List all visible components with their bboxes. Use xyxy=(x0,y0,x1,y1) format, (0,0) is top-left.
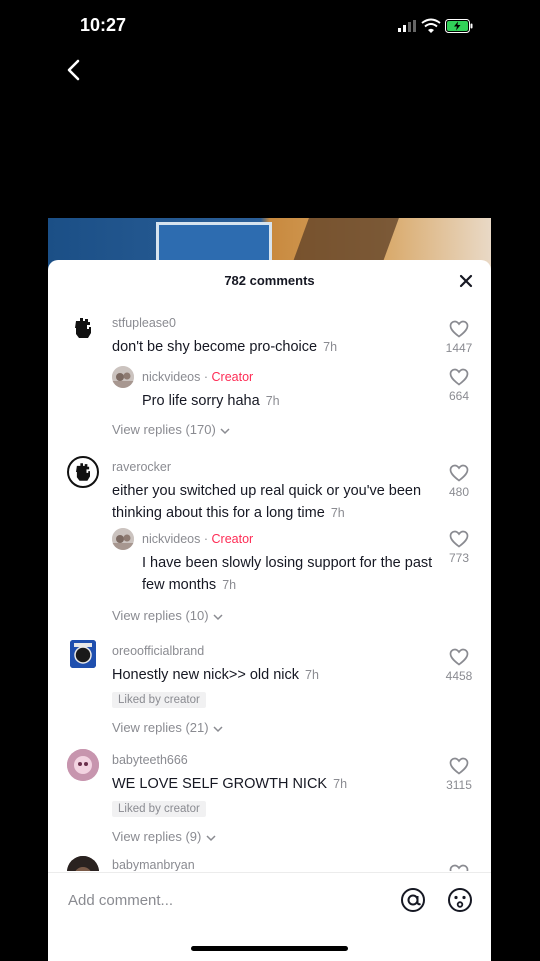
profile-photo-icon xyxy=(112,366,134,388)
avatar[interactable] xyxy=(70,640,96,668)
comment-text: WE LOVE SELF GROWTH NICK 7h xyxy=(112,776,348,792)
chevron-left-icon xyxy=(67,59,80,81)
comment-time: 7h xyxy=(222,578,237,592)
comment-username[interactable]: raverocker xyxy=(112,460,171,474)
reply-text: I have been slowly losing support for th… xyxy=(142,555,433,593)
like-button[interactable]: 773 xyxy=(441,530,477,565)
comment-text: Honestly new nick>> old nick 7h xyxy=(112,667,319,683)
heart-outline-icon xyxy=(449,648,469,666)
like-button[interactable]: 4458 xyxy=(441,648,477,683)
liked-by-creator-badge: Liked by creator xyxy=(112,801,206,817)
comment-time: 7h xyxy=(305,668,319,682)
like-count: 1447 xyxy=(445,341,473,355)
emoji-icon[interactable] xyxy=(447,887,473,913)
raised-fist-icon xyxy=(76,463,90,481)
at-mention-icon[interactable] xyxy=(400,887,426,913)
reply-username: nickvideos · Creator xyxy=(142,532,254,546)
reply-username: nickvideos · Creator xyxy=(142,370,254,384)
liked-by-creator-badge: Liked by creator xyxy=(112,692,206,708)
like-count: 773 xyxy=(448,551,470,565)
close-icon[interactable] xyxy=(457,272,475,290)
raised-fist-icon xyxy=(75,318,91,338)
status-time: 10:27 xyxy=(80,15,127,35)
comment-time: 7h xyxy=(265,394,280,408)
wifi-icon xyxy=(421,18,441,33)
sheet-header: 782 comments xyxy=(48,260,491,302)
profile-photo-icon xyxy=(67,856,99,871)
like-button[interactable] xyxy=(441,864,477,871)
profile-photo-icon xyxy=(67,749,99,781)
comment-username[interactable]: oreoofficialbrand xyxy=(112,644,204,658)
heart-outline-icon xyxy=(449,320,469,338)
comment-text: don't be shy become pro-choice 7h xyxy=(112,339,338,355)
back-button[interactable] xyxy=(60,56,88,84)
avatar[interactable] xyxy=(112,366,134,388)
like-button[interactable]: 3115 xyxy=(441,757,477,792)
avatar[interactable] xyxy=(67,856,99,871)
comment-item: oreoofficialbrand Honestly new nick>> ol… xyxy=(48,634,491,744)
heart-outline-icon xyxy=(449,530,469,548)
comments-sheet: 782 comments stfuplease0 don't be shy be… xyxy=(48,260,491,960)
status-bar: 10:27 xyxy=(0,0,540,52)
chevron-down-icon xyxy=(213,726,223,732)
comment-list[interactable]: stfuplease0 don't be shy become pro-choi… xyxy=(48,306,491,871)
like-button[interactable]: 664 xyxy=(441,368,477,403)
chevron-down-icon xyxy=(206,835,216,841)
like-button[interactable]: 480 xyxy=(441,464,477,499)
view-replies-button[interactable]: View replies (21) xyxy=(112,720,224,735)
heart-outline-icon xyxy=(449,757,469,775)
like-count: 480 xyxy=(448,485,470,499)
heart-outline-icon xyxy=(449,464,469,482)
avatar[interactable] xyxy=(67,456,99,488)
chevron-down-icon xyxy=(220,428,230,434)
comment-item: babyteeth666 WE LOVE SELF GROWTH NICK 7h… xyxy=(48,743,491,853)
heart-outline-icon xyxy=(449,864,469,871)
like-button[interactable]: 1447 xyxy=(441,320,477,355)
comment-item: stfuplease0 don't be shy become pro-choi… xyxy=(48,306,491,456)
comment-time: 7h xyxy=(330,506,345,520)
comment-username[interactable]: babyteeth666 xyxy=(112,753,188,767)
comment-text: either you switched up real quick or you… xyxy=(112,483,422,521)
chevron-down-icon xyxy=(213,614,223,620)
like-count: 664 xyxy=(448,389,470,403)
comment-item: raverocker either you switched up real q… xyxy=(48,450,491,630)
brand-logo-icon xyxy=(70,640,96,668)
cellular-signal-icon xyxy=(398,20,416,32)
view-replies-button[interactable]: View replies (170) xyxy=(112,422,231,437)
comment-username[interactable]: stfuplease0 xyxy=(112,316,176,330)
creator-label: Creator xyxy=(211,370,254,384)
add-comment-input[interactable] xyxy=(66,887,370,913)
view-replies-button[interactable]: View replies (9) xyxy=(112,829,217,844)
avatar[interactable] xyxy=(67,312,99,344)
avatar[interactable] xyxy=(67,749,99,781)
home-indicator[interactable] xyxy=(191,946,348,951)
creator-label: Creator xyxy=(211,532,254,546)
comment-item: babymanbryan xyxy=(48,852,491,871)
comment-count: 782 comments xyxy=(224,273,315,288)
reply-text: Pro life sorry haha 7h xyxy=(142,393,280,409)
battery-charging-icon xyxy=(445,19,473,33)
profile-photo-icon xyxy=(112,528,134,550)
avatar[interactable] xyxy=(112,528,134,550)
comment-time: 7h xyxy=(323,340,338,354)
like-count: 3115 xyxy=(446,778,472,792)
comment-username[interactable]: babymanbryan xyxy=(112,858,195,871)
view-replies-button[interactable]: View replies (10) xyxy=(112,608,224,623)
heart-outline-icon xyxy=(449,368,469,386)
comment-time: 7h xyxy=(333,777,348,791)
like-count: 4458 xyxy=(445,669,473,683)
